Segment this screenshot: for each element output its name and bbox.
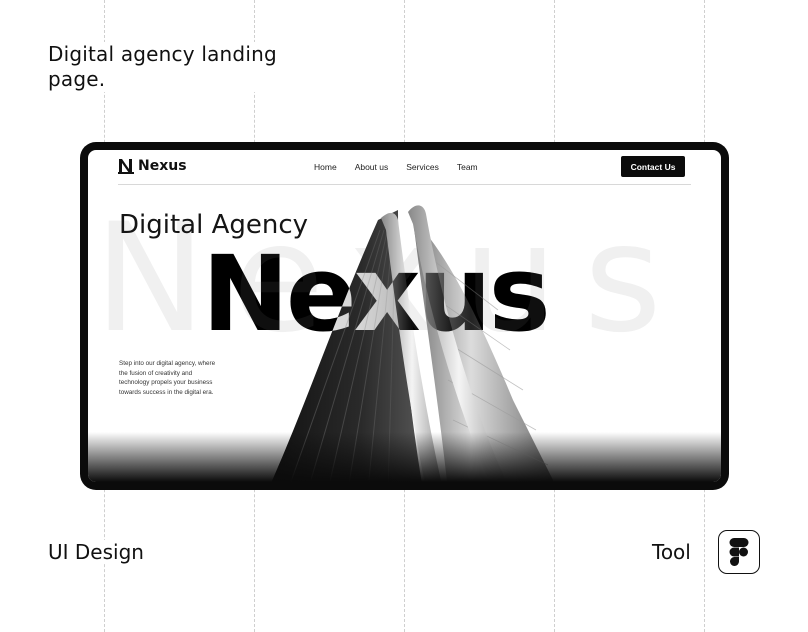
site-logo[interactable]: Nexus — [118, 158, 187, 174]
nav-services[interactable]: Services — [406, 162, 439, 172]
site-navbar: Nexus Home About us Services Team Contac… — [118, 150, 691, 185]
laptop-mockup-frame: Nexus — [80, 142, 729, 490]
page-heading: Digital agency landing page. — [48, 42, 318, 92]
bottom-shadow — [88, 432, 721, 482]
category-label: UI Design — [48, 540, 144, 564]
figma-icon — [718, 530, 760, 574]
tool-label: Tool — [652, 540, 691, 564]
nav-about-us[interactable]: About us — [355, 162, 389, 172]
brand-name: Nexus — [138, 158, 187, 174]
figma-logo-icon — [729, 538, 749, 566]
nav-home[interactable]: Home — [314, 162, 337, 172]
hero-title: Nexus — [202, 233, 551, 355]
contact-us-button[interactable]: Contact Us — [621, 156, 685, 177]
website-preview: Nexus — [88, 150, 721, 482]
hero-description: Step into our digital agency, where the … — [119, 360, 216, 396]
nexus-logo-icon — [118, 159, 134, 174]
nav-links: Home About us Services Team — [314, 162, 478, 172]
nav-team[interactable]: Team — [457, 162, 478, 172]
